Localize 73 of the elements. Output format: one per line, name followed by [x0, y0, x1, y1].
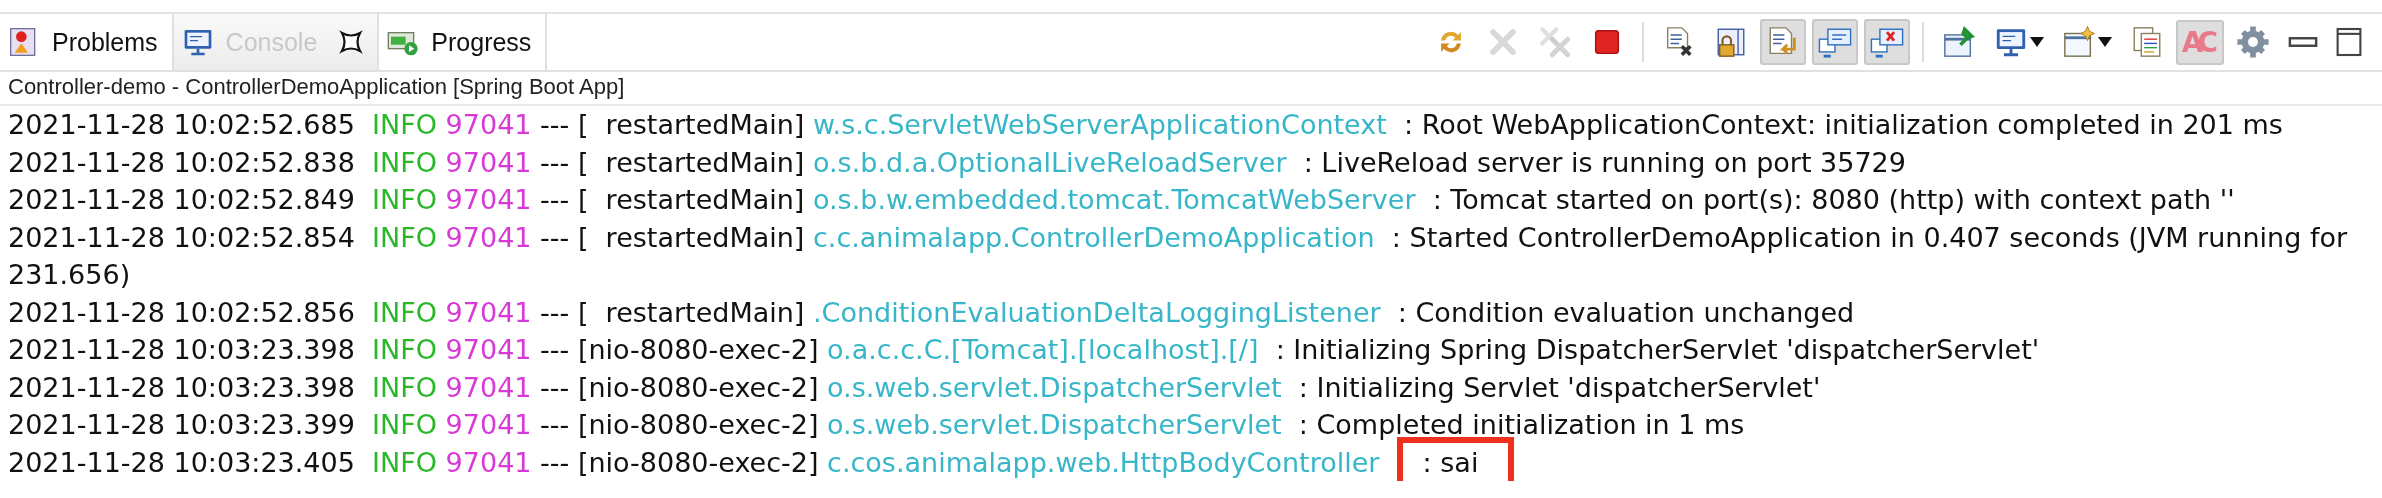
logger-name: o.s.web.servlet.DispatcherServlet: [827, 371, 1282, 403]
log-message: : Started ControllerDemoApplication in 0.407 seconds (JVM running for: [1391, 221, 2348, 253]
log-message: : sai: [1422, 446, 1479, 478]
log-message: : Condition evaluation unchanged: [1397, 296, 1855, 328]
process-id: 97041: [445, 184, 532, 215]
log-level: INFO: [372, 446, 437, 478]
log-separator: ---: [540, 109, 570, 140]
logger-name: o.s.web.servlet.DispatcherServlet: [827, 409, 1282, 440]
process-id: 97041: [445, 221, 532, 253]
maximize-icon: [2336, 27, 2362, 57]
thread-name: [nio-8080-exec-2]: [577, 371, 819, 403]
log-timestamp: 2021-11-28 10:03:23.398: [8, 334, 355, 365]
process-id: 97041: [445, 334, 532, 365]
process-id: 97041: [445, 296, 532, 328]
logger-name: w.s.c.ServletWebServerApplicationContext: [812, 109, 1387, 140]
process-id: 97041: [445, 146, 532, 178]
log-level: INFO: [372, 221, 437, 253]
log-level: INFO: [372, 146, 437, 178]
process-id: 97041: [445, 409, 532, 440]
log-timestamp: 2021-11-28 10:02:52.838: [8, 146, 355, 178]
log-separator: ---: [540, 371, 570, 403]
log-timestamp: 2021-11-28 10:03:23.398: [8, 371, 355, 403]
log-message: 231.656): [8, 259, 131, 290]
console-title: Controller-demo - ControllerDemoApplication [Spring Boot App]: [8, 74, 625, 99]
log-message: : Root WebApplicationContext: initialization completed in 201 ms: [1404, 109, 2283, 140]
logger-name: o.a.c.c.C.[Tomcat].[localhost].[/]: [827, 334, 1259, 365]
log-timestamp: 2021-11-28 10:03:23.399: [8, 409, 355, 440]
log-timestamp: 2021-11-28 10:02:52.856: [8, 296, 355, 328]
log-level: INFO: [372, 409, 437, 440]
log-separator: ---: [540, 296, 570, 328]
log-message: : LiveReload server is running on port 35729: [1303, 146, 1906, 178]
log-separator: ---: [540, 446, 570, 478]
thread-name: [nio-8080-exec-2]: [577, 409, 819, 440]
log-message: : Tomcat started on port(s): 8080 (http) with context path '': [1432, 184, 2235, 215]
thread-name: [ restartedMain]: [577, 146, 805, 178]
log-timestamp: 2021-11-28 10:02:52.685: [8, 109, 355, 140]
logger-name: o.s.b.w.embedded.tomcat.TomcatWebServer: [812, 184, 1416, 215]
caret-icon: [2097, 37, 2112, 47]
log-separator: ---: [540, 184, 570, 215]
process-id: 97041: [445, 446, 532, 478]
log-level: INFO: [372, 371, 437, 403]
thread-name: [nio-8080-exec-2]: [577, 446, 819, 478]
double-close-icon: [1537, 25, 1572, 59]
log-level: INFO: [372, 334, 437, 365]
log-separator: ---: [540, 334, 570, 365]
log-message: : Initializing Servlet 'dispatcherServlet': [1298, 371, 1821, 403]
thread-name: [ restartedMain]: [577, 221, 805, 253]
thread-name: [nio-8080-exec-2]: [577, 334, 819, 365]
log-timestamp: 2021-11-28 10:03:23.405: [8, 446, 355, 478]
log-message: : Completed initialization in 1 ms: [1298, 409, 1745, 440]
close-icon[interactable]: [339, 30, 364, 54]
log-level: INFO: [372, 296, 437, 328]
settings-icon: [2236, 25, 2270, 59]
thread-name: [ restartedMain]: [577, 296, 805, 328]
log-timestamp: 2021-11-28 10:02:52.849: [8, 184, 355, 215]
thread-name: [ restartedMain]: [577, 109, 805, 140]
process-id: 97041: [445, 109, 532, 140]
new-window-icon: [2061, 25, 2096, 59]
logger-name: .ConditionEvaluationDeltaLoggingListener: [812, 296, 1381, 328]
logger-name: c.cos.animalapp.web.HttpBodyController: [827, 446, 1380, 478]
process-id: 97041: [445, 371, 532, 403]
minimize-icon: [2288, 36, 2318, 48]
logger-name: c.c.animalapp.ControllerDemoApplication: [812, 221, 1375, 253]
thread-name: [ restartedMain]: [577, 184, 805, 215]
log-message: : Initializing Spring DispatcherServlet 'dispatcherServlet': [1275, 334, 2040, 365]
log-timestamp: 2021-11-28 10:02:52.854: [8, 221, 355, 253]
log-separator: ---: [540, 221, 570, 253]
caret-icon: [2029, 37, 2044, 47]
logger-name: o.s.b.d.a.OptionalLiveReloadServer: [812, 146, 1287, 178]
log-level: INFO: [372, 109, 437, 140]
log-separator: ---: [540, 146, 570, 178]
log-level: INFO: [372, 184, 437, 215]
log-separator: ---: [540, 409, 570, 440]
